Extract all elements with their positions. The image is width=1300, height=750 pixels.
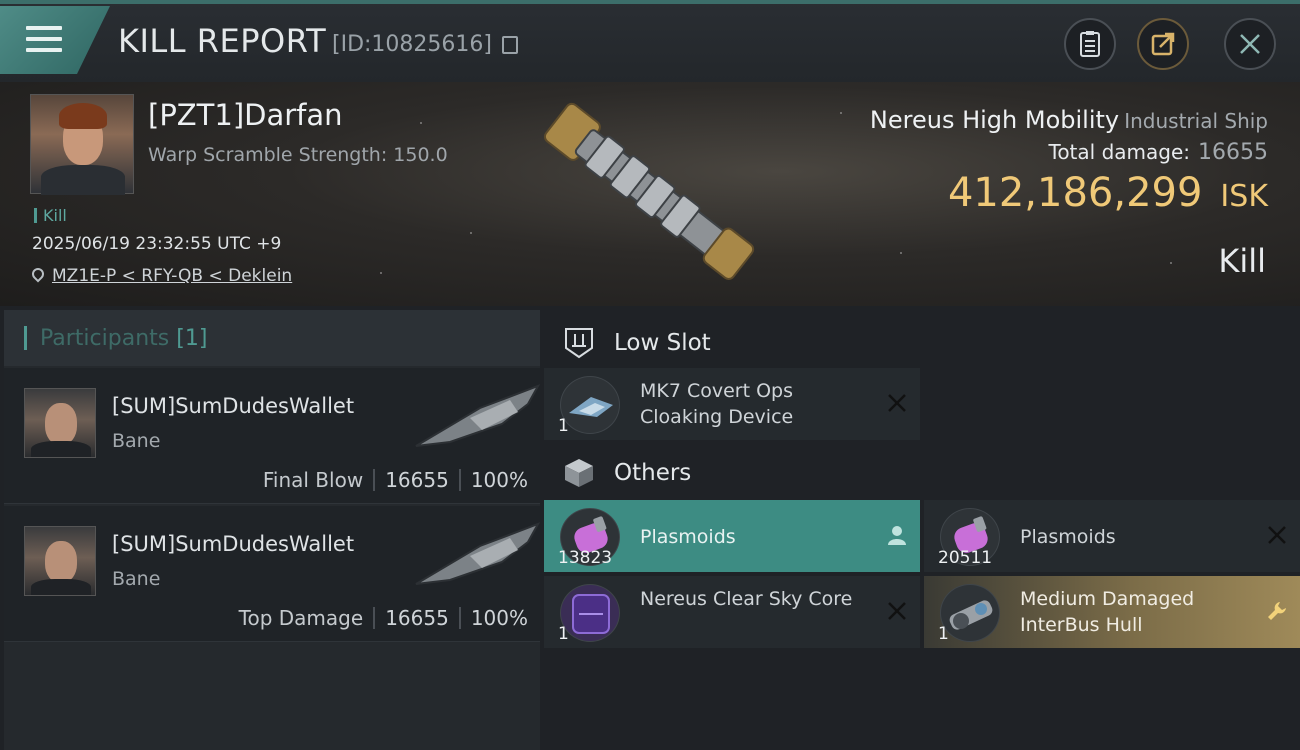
kill-summary: [PZT1]Darfan Warp Scramble Strength: 150… — [0, 82, 1300, 306]
item-quantity: 20511 — [938, 548, 993, 568]
low-slot-header: Low Slot — [544, 314, 1300, 370]
item-card[interactable]: 1 MK7 Covert Ops Cloaking Device — [544, 368, 920, 440]
participant-avatar[interactable] — [24, 388, 96, 458]
item-card[interactable]: 1 Medium Damaged InterBus Hull — [924, 576, 1300, 648]
victim-portrait[interactable] — [30, 94, 134, 195]
ship-name[interactable]: Nereus High Mobility — [870, 106, 1119, 134]
item-quantity: 1 — [558, 416, 569, 436]
participant-percent: 100% — [470, 606, 528, 630]
low-slot-icon — [565, 328, 593, 359]
ship-type: Nereus High Mobility Industrial Ship — [870, 106, 1268, 134]
hamburger-icon — [26, 26, 62, 56]
item-card[interactable]: 13823 Plasmoids — [544, 500, 920, 572]
item-card[interactable]: 1 Nereus Clear Sky Core — [544, 576, 920, 648]
copy-icon[interactable] — [502, 36, 518, 54]
location-link[interactable]: MZ1E-P < RFY-QB < Deklein — [52, 266, 292, 286]
participant-role: Top Damage — [238, 606, 364, 630]
participant-row[interactable]: [SUM]SumDudesWallet Bane Top Damage 16655… — [4, 506, 540, 642]
wrench-icon — [1268, 602, 1286, 620]
participant-stats: Final Blow 16655 100% — [263, 468, 528, 492]
others-title: Others — [614, 460, 692, 486]
total-damage-label: Total damage: — [1048, 140, 1191, 164]
participants-count: [1] — [176, 326, 208, 351]
cloaking-device-icon — [560, 376, 620, 434]
participant-avatar[interactable] — [24, 526, 96, 596]
item-name: Medium Damaged InterBus Hull — [1020, 588, 1195, 636]
participants-header: Participants [1] — [4, 310, 540, 366]
item-card[interactable]: 20511 Plasmoids — [924, 500, 1300, 572]
person-icon — [888, 526, 906, 545]
item-quantity: 1 — [938, 624, 949, 644]
participant-ship: Bane — [112, 568, 161, 590]
participant-ship-image — [415, 384, 540, 447]
kill-location[interactable]: MZ1E-P < RFY-QB < Deklein — [29, 265, 292, 286]
total-damage: Total damage: 16655 — [1049, 140, 1269, 165]
x-icon — [888, 394, 906, 412]
victim-name[interactable]: [PZT1]Darfan — [148, 98, 343, 132]
kill-tag: Kill — [34, 206, 67, 225]
clipboard-icon — [1080, 31, 1100, 57]
item-name: Plasmoids — [640, 526, 736, 548]
share-button[interactable] — [1137, 18, 1189, 70]
participant-name[interactable]: [SUM]SumDudesWallet — [112, 394, 354, 418]
share-icon — [1151, 32, 1175, 56]
kill-result: Kill — [1218, 242, 1266, 280]
participant-stats: Top Damage 16655 100% — [239, 606, 528, 630]
items-panel: Low Slot 1 MK7 Covert Ops Cloaking Devic… — [544, 310, 1300, 750]
participant-ship-image — [415, 522, 540, 585]
warp-scramble-strength: Warp Scramble Strength: 150.0 — [148, 144, 448, 166]
others-header: Others — [544, 444, 1300, 500]
total-damage-value: 16655 — [1198, 140, 1268, 165]
item-quantity: 13823 — [558, 548, 613, 568]
item-name: Plasmoids — [1020, 526, 1116, 548]
victim-ship-image[interactable] — [520, 90, 780, 300]
participant-role: Final Blow — [262, 468, 364, 492]
close-button[interactable] — [1224, 18, 1276, 70]
core-icon — [560, 584, 620, 642]
participant-percent: 100% — [470, 468, 528, 492]
close-icon — [1240, 34, 1260, 54]
cube-icon — [565, 459, 593, 487]
isk-unit: ISK — [1220, 179, 1268, 214]
item-quantity: 1 — [558, 624, 569, 644]
isk-value: 412,186,299 ISK — [948, 170, 1268, 216]
report-id: [ID:10825616] — [332, 32, 492, 57]
menu-button[interactable] — [0, 6, 110, 74]
item-name: Nereus Clear Sky Core — [640, 588, 853, 610]
participants-panel: Participants [1] [SUM]SumDudesWallet Ban… — [4, 310, 540, 750]
location-pin-icon — [29, 265, 47, 283]
isk-amount: 412,186,299 — [947, 170, 1203, 216]
x-icon — [1268, 526, 1286, 544]
participant-damage: 16655 — [385, 468, 449, 492]
low-slot-title: Low Slot — [614, 330, 711, 356]
page-title: KILL REPORT — [118, 22, 327, 60]
item-name: MK7 Covert Ops Cloaking Device — [640, 380, 794, 428]
kill-timestamp: 2025/06/19 23:32:55 UTC +9 — [32, 234, 282, 254]
x-icon — [888, 602, 906, 620]
participant-damage: 16655 — [385, 606, 449, 630]
participant-ship: Bane — [112, 430, 161, 452]
participants-title: Participants [1] — [40, 326, 208, 351]
clipboard-button[interactable] — [1064, 18, 1116, 70]
ship-class: Industrial Ship — [1124, 109, 1268, 133]
participant-row[interactable]: [SUM]SumDudesWallet Bane Final Blow 16655… — [4, 368, 540, 504]
top-bar: KILL REPORT [ID:10825616] — [0, 0, 1300, 82]
hull-icon — [940, 584, 1000, 642]
participant-name[interactable]: [SUM]SumDudesWallet — [112, 532, 354, 556]
top-accent-line — [0, 0, 1300, 4]
